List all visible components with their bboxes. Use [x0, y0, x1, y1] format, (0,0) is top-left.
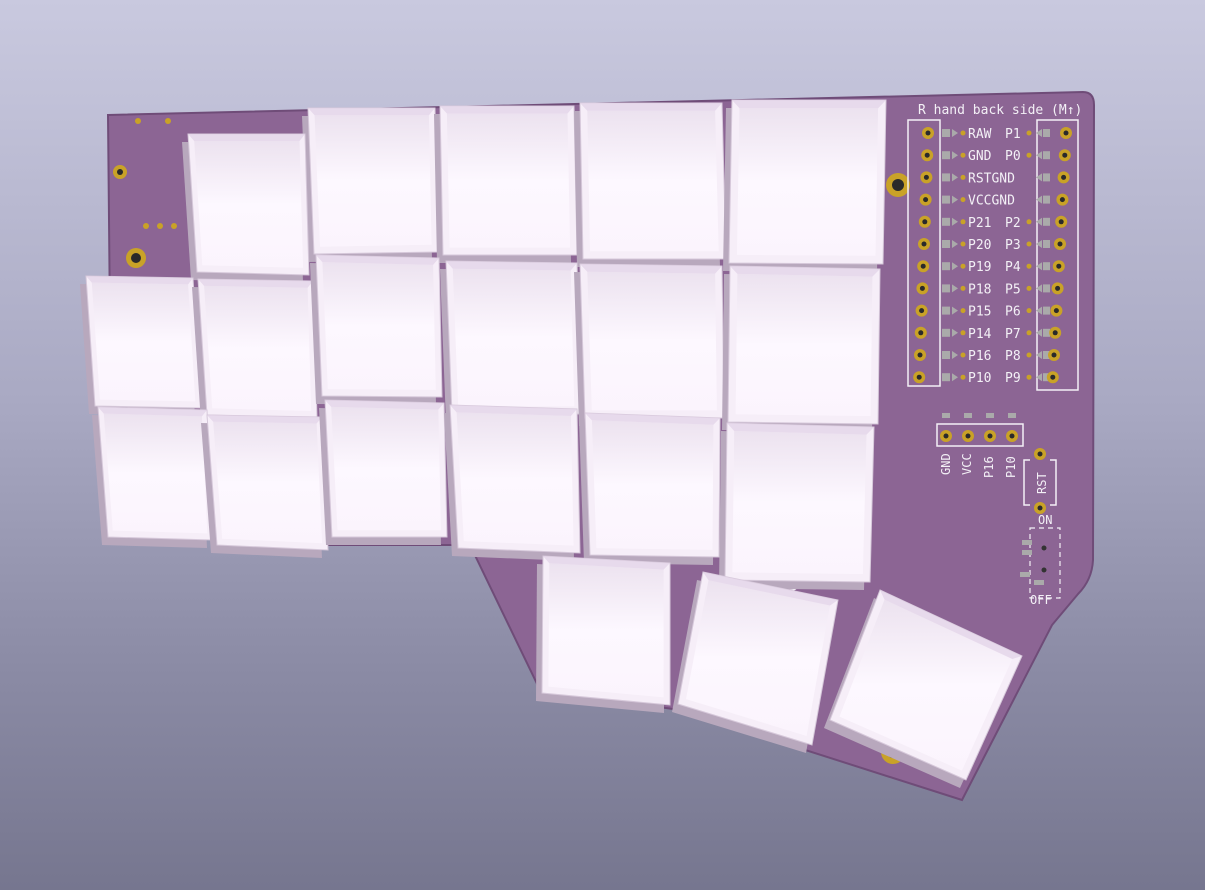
pin-label-left: P20	[968, 238, 991, 253]
keycap	[434, 105, 578, 263]
pcb-render-scene: R hand back side (M↑) RAW P1GND P0RSTGNDVC…	[80, 90, 1096, 802]
pin-label-right: P7	[1005, 327, 1021, 342]
pin-label-left: P15	[968, 305, 991, 320]
keycap	[302, 107, 439, 262]
pin-label-left: RAW	[968, 127, 992, 142]
header4-smd-pad	[986, 413, 994, 418]
pin-label-left: GND	[968, 149, 992, 164]
board-title: R hand back side (M↑)	[918, 103, 1082, 118]
pin-label-left: VCCGND	[968, 194, 1015, 209]
pin-label-right: P1	[1005, 127, 1021, 142]
pin-label-left: P21	[968, 216, 991, 231]
pin-label-right: P2	[1005, 216, 1021, 231]
power-off-label: OFF	[1030, 593, 1052, 607]
keycap	[579, 412, 721, 565]
keycap	[319, 399, 448, 545]
pin-label-right: P8	[1005, 349, 1021, 364]
keycap	[536, 555, 671, 713]
keycap	[722, 265, 881, 432]
keycap	[723, 99, 887, 272]
keycap	[574, 102, 727, 267]
keycap	[92, 406, 214, 548]
pin-label-right: P4	[1005, 260, 1021, 275]
pin-label-right: P9	[1005, 371, 1021, 386]
pin-label-left: P16	[968, 349, 991, 364]
header4-smd-pad	[964, 413, 972, 418]
header4-label-gnd: GND	[939, 453, 953, 475]
pin-label-left: P10	[968, 371, 991, 386]
pin-label-left: P14	[968, 327, 992, 342]
pin-label-left: P18	[968, 282, 991, 297]
keycap	[444, 404, 581, 561]
keycap	[672, 571, 839, 753]
pin-label-right: P3	[1005, 238, 1021, 253]
keycap	[182, 133, 310, 283]
pin-label-right: P0	[1005, 149, 1021, 164]
keycap	[80, 275, 202, 416]
keycap	[192, 278, 318, 426]
header4-label-p10: P10	[1004, 456, 1018, 478]
reset-label: RST	[1035, 472, 1049, 494]
keycap	[201, 414, 329, 558]
pin-label-right: P6	[1005, 305, 1021, 320]
keycap	[719, 422, 875, 590]
header4-smd-pad	[1008, 413, 1016, 418]
header4-smd-pad	[942, 413, 950, 418]
power-on-label: ON	[1038, 513, 1052, 527]
pin-label-left: RSTGND	[968, 171, 1015, 186]
keycap	[574, 263, 725, 426]
header4-label-p16: P16	[982, 456, 996, 478]
pin-label-left: P19	[968, 260, 991, 275]
keycap	[440, 260, 582, 422]
keycap	[310, 254, 443, 405]
pin-label-right: P5	[1005, 282, 1021, 297]
header4-label-vcc: VCC	[960, 453, 974, 475]
